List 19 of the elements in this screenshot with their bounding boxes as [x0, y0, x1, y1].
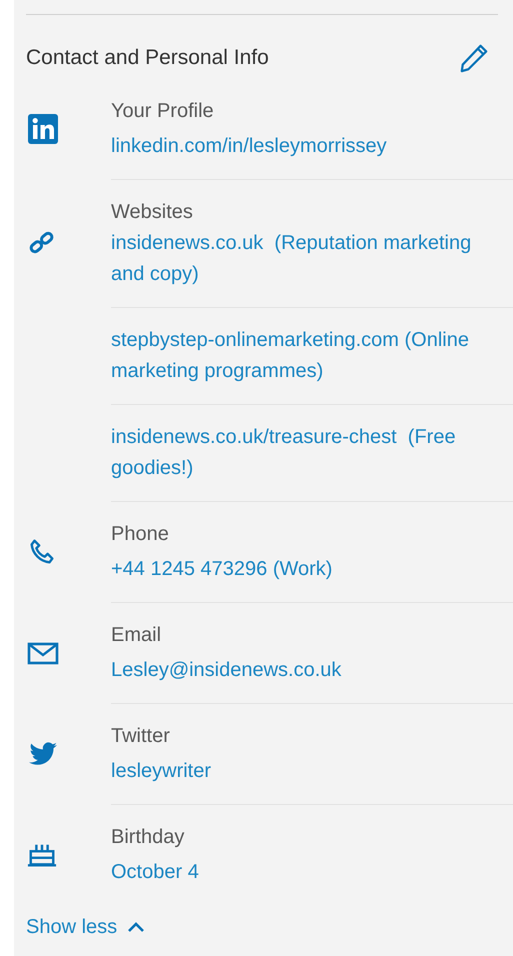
field-label: Your Profile [111, 99, 214, 124]
contact-link[interactable]: lesleywriter [111, 756, 509, 787]
contact-link[interactable]: stepbystep-onlinemarketing.com (Online marketing programmes) [111, 325, 509, 387]
field-label: Phone [111, 522, 169, 547]
contact-link[interactable]: insidenews.co.uk/treasure-chest (Free goodies!) [111, 422, 509, 484]
contact-link[interactable]: insidenews.co.uk (Reputation marketing and copy) [111, 228, 509, 290]
field-label: Twitter [111, 724, 170, 749]
field-value: October 4 [111, 860, 200, 885]
section-title: Contact and Personal Info [26, 46, 269, 70]
contact-link[interactable]: +44 1245 473296 (Work) [111, 554, 509, 585]
contact-link[interactable]: Lesley@insidenews.co.uk [111, 655, 509, 686]
show-less-button[interactable]: Show less [26, 915, 146, 939]
edit-button[interactable] [459, 43, 489, 73]
field-label: Email [111, 623, 162, 648]
linkedin-logo-icon [27, 113, 59, 145]
field-label: Birthday [111, 825, 184, 850]
field-label: Websites [111, 200, 193, 225]
contact-link[interactable]: linkedin.com/in/lesleymorrissey [111, 131, 509, 162]
caret-icon [127, 921, 146, 933]
